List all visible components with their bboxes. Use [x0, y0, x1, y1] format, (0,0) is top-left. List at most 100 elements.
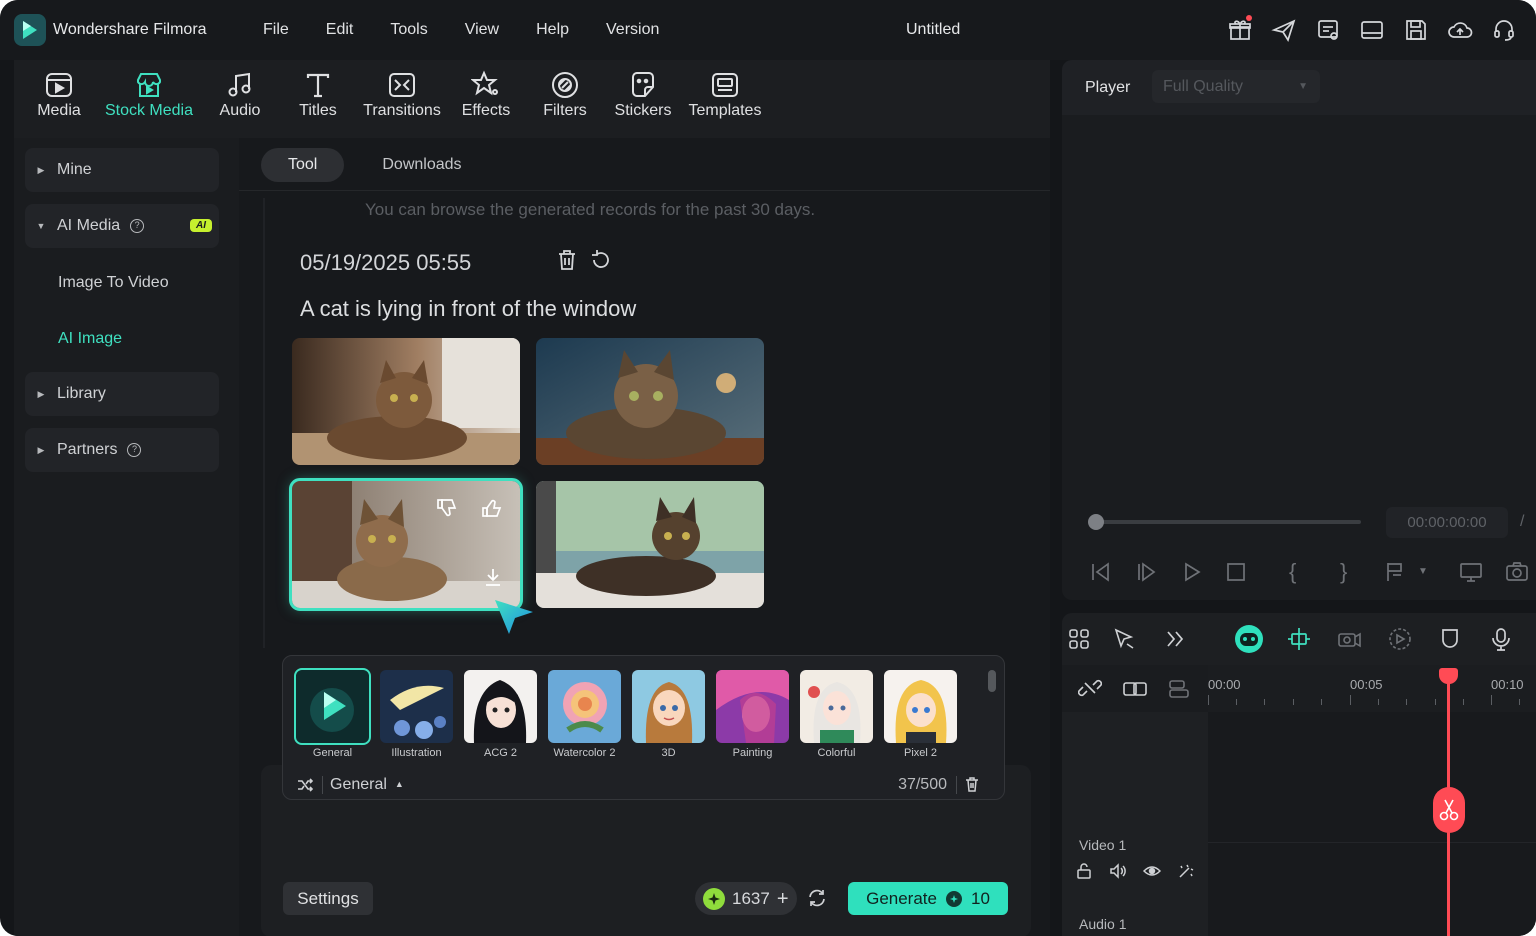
credit-coin-icon: [703, 887, 725, 910]
shield-icon[interactable]: [1437, 626, 1463, 652]
sidebar-item-ai-image[interactable]: AI Image: [58, 330, 122, 348]
record-prompt: A cat is lying in front of the window: [300, 296, 637, 321]
generated-image-2[interactable]: [536, 338, 764, 465]
style-painting[interactable]: Painting: [716, 670, 789, 759]
tab-audio[interactable]: Audio: [215, 68, 265, 120]
link-clips-icon[interactable]: [1122, 678, 1148, 700]
generated-image-3-selected[interactable]: [289, 478, 523, 611]
playback-progress-track[interactable]: [1095, 520, 1361, 524]
divider: [239, 190, 1050, 191]
dislike-icon[interactable]: [434, 495, 460, 521]
regenerate-icon[interactable]: [589, 248, 613, 272]
help-icon[interactable]: ?: [130, 219, 145, 233]
display-settings-icon[interactable]: [1458, 559, 1484, 585]
preview-render-icon[interactable]: [1387, 626, 1413, 652]
tab-tool[interactable]: Tool: [261, 148, 345, 182]
tab-transitions[interactable]: Transitions: [362, 68, 442, 120]
tab-media[interactable]: Media: [34, 68, 84, 120]
sidebar-item-partners[interactable]: ▶ Partners ?: [25, 428, 219, 472]
sidebar-item-ai-media[interactable]: ▼ AI Media ? AI: [25, 204, 219, 248]
track-divider: [1208, 842, 1536, 843]
style-acg-2[interactable]: ACG 2: [464, 670, 537, 759]
send-icon[interactable]: [1270, 16, 1298, 44]
menu-version[interactable]: Version: [606, 21, 659, 39]
generated-image-1[interactable]: [292, 338, 520, 465]
stop-icon[interactable]: [1223, 559, 1249, 585]
feedback-icon[interactable]: [1314, 16, 1342, 44]
auto-snap-icon[interactable]: [1286, 626, 1312, 652]
tab-effects[interactable]: Effects: [460, 68, 512, 120]
help-icon[interactable]: ?: [127, 443, 142, 457]
tab-filters[interactable]: Filters: [541, 68, 589, 120]
layout-icon[interactable]: [1358, 16, 1386, 44]
style-picker: General Illustration ACG 2 Watercolor 2 …: [282, 655, 1005, 800]
select-tool-icon[interactable]: [1111, 626, 1137, 652]
download-icon[interactable]: [480, 564, 506, 590]
menu-tools[interactable]: Tools: [390, 21, 427, 39]
clear-prompt-icon[interactable]: [963, 775, 981, 793]
menu-edit[interactable]: Edit: [326, 21, 354, 39]
play-icon[interactable]: [1179, 559, 1205, 585]
gift-icon[interactable]: [1226, 15, 1254, 44]
tab-stock-media[interactable]: Stock Media: [103, 68, 195, 120]
camera-record-icon[interactable]: [1336, 626, 1362, 652]
tracks-area[interactable]: [1208, 712, 1536, 936]
add-credits-icon[interactable]: +: [777, 889, 789, 909]
more-tools-icon[interactable]: [1162, 626, 1188, 652]
delete-record-icon[interactable]: [555, 248, 579, 272]
grid-layout-icon[interactable]: [1066, 626, 1092, 652]
eye-icon[interactable]: [1142, 862, 1162, 880]
menu-file[interactable]: File: [263, 21, 289, 39]
tab-stickers[interactable]: Stickers: [614, 68, 672, 120]
step-back-icon[interactable]: [1088, 559, 1114, 585]
mark-in-icon[interactable]: {: [1289, 559, 1315, 585]
menu-view[interactable]: View: [465, 21, 499, 39]
mute-track-icon[interactable]: [1109, 862, 1127, 880]
sidebar-item-image-to-video[interactable]: Image To Video: [58, 274, 169, 292]
credits-balance[interactable]: 1637 +: [695, 882, 797, 915]
timeline-ruler[interactable]: 00:00 00:05 00:10: [1208, 665, 1536, 712]
settings-button[interactable]: Settings: [283, 882, 373, 915]
menu-help[interactable]: Help: [536, 21, 569, 39]
tab-titles[interactable]: Titles: [295, 68, 341, 120]
refresh-credits-icon[interactable]: [806, 887, 828, 909]
marker-icon[interactable]: [1383, 559, 1409, 585]
style-scrollbar[interactable]: [988, 670, 996, 692]
lock-track-icon[interactable]: [1075, 862, 1093, 880]
like-icon[interactable]: [479, 495, 505, 521]
audio-track-label: Audio 1: [1079, 916, 1127, 932]
sidebar-item-library[interactable]: ▶ Library: [25, 372, 219, 416]
generate-button[interactable]: Generate 10: [848, 882, 1008, 915]
ai-effect-track-icon[interactable]: [1177, 862, 1195, 880]
style-colorful[interactable]: Colorful: [800, 670, 873, 759]
timecode-separator: /: [1520, 513, 1525, 530]
snapshot-icon[interactable]: [1504, 559, 1530, 585]
playback-progress-knob[interactable]: [1088, 514, 1104, 530]
save-icon[interactable]: [1402, 16, 1430, 44]
player-title: Player: [1085, 79, 1131, 96]
style-3d[interactable]: 3D: [632, 670, 705, 759]
track-settings-icon[interactable]: [1167, 678, 1191, 700]
mark-out-icon[interactable]: }: [1340, 559, 1366, 585]
quality-select[interactable]: Full Quality ▼: [1152, 70, 1320, 103]
style-watercolor-2[interactable]: Watercolor 2: [548, 670, 621, 759]
tab-templates[interactable]: Templates: [687, 68, 763, 120]
marker-dropdown-icon[interactable]: ▼: [1418, 559, 1444, 585]
support-headset-icon[interactable]: [1490, 16, 1518, 44]
tab-downloads[interactable]: Downloads: [382, 156, 461, 174]
sidebar-item-mine[interactable]: ▶ Mine: [25, 148, 219, 192]
shuffle-icon[interactable]: [296, 776, 314, 794]
content-scrollbar[interactable]: [263, 198, 265, 648]
microphone-icon[interactable]: [1488, 626, 1514, 652]
generated-image-4[interactable]: [536, 481, 764, 608]
app-window: Wondershare Filmora File Edit Tools View…: [0, 0, 1536, 936]
style-general[interactable]: General: [294, 668, 371, 759]
unlink-icon[interactable]: [1077, 676, 1103, 700]
step-forward-icon[interactable]: [1134, 559, 1160, 585]
style-pixel-2[interactable]: Pixel 2: [884, 670, 957, 759]
cloud-upload-icon[interactable]: [1446, 16, 1474, 44]
ai-copilot-icon[interactable]: [1234, 624, 1264, 654]
split-scissors-icon[interactable]: [1433, 787, 1465, 833]
style-illustration[interactable]: Illustration: [380, 670, 453, 759]
style-selected-dropdown[interactable]: General ▲: [330, 776, 404, 794]
